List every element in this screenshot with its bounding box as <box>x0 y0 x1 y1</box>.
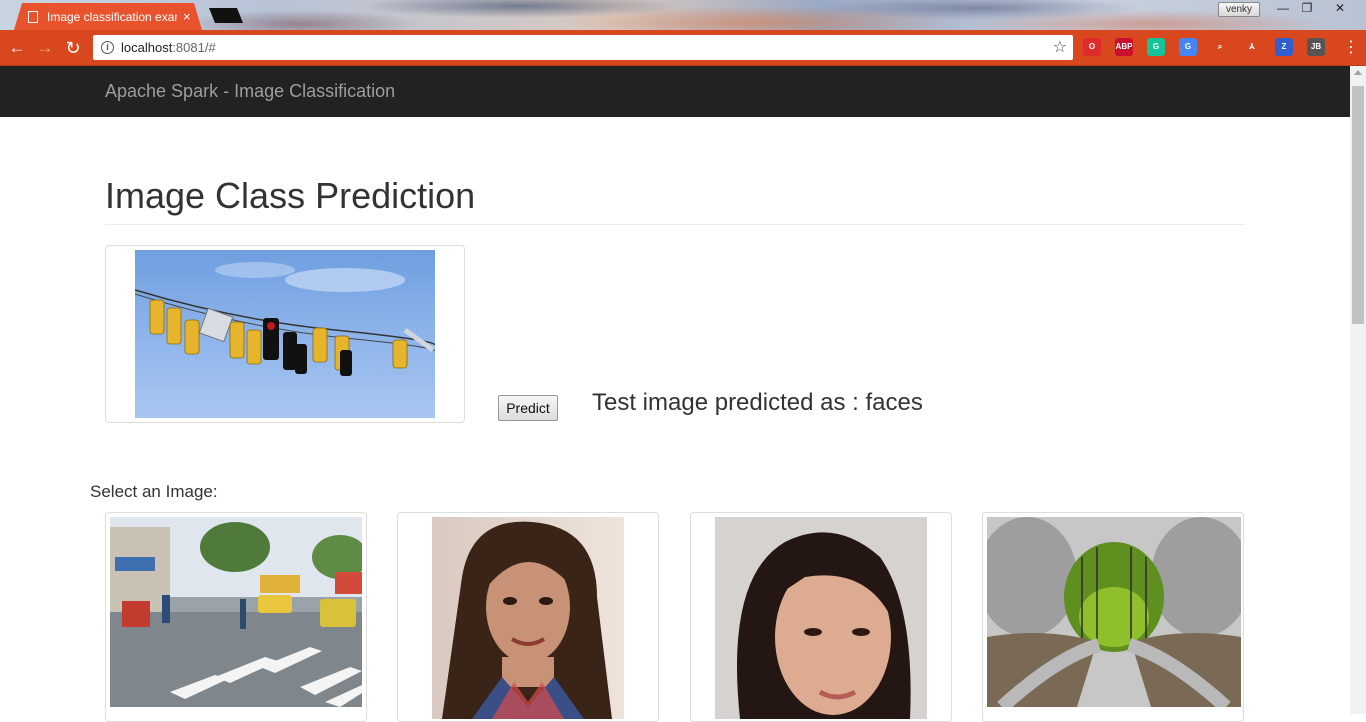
address-bar[interactable]: i localhost:8081/# ☆ <box>93 35 1073 60</box>
gallery-item[interactable] <box>105 512 367 722</box>
document-icon <box>28 10 38 23</box>
url-text[interactable]: localhost:8081/# <box>121 40 216 55</box>
top-navbar: Apache Spark - Image Classification <box>0 66 1350 117</box>
pdf-extension-icon[interactable]: ⅄ <box>1243 38 1261 56</box>
maximize-icon[interactable]: ❐ <box>1294 0 1320 18</box>
gallery-item[interactable] <box>397 512 659 722</box>
opera-extension-icon[interactable]: O <box>1083 38 1101 56</box>
street-scene-image[interactable] <box>110 517 362 707</box>
search-extension-icon[interactable]: ⌕ <box>1211 38 1229 56</box>
browser-menu-icon[interactable]: ⋮ <box>1343 39 1359 57</box>
prediction-result: Test image predicted as : faces <box>592 389 923 416</box>
gallery-item[interactable] <box>982 512 1244 722</box>
browser-titlebar: Image classification exam × venky — ❐ ✕ <box>0 0 1366 30</box>
page-scrollbar[interactable] <box>1350 66 1366 714</box>
navbar-brand[interactable]: Apache Spark - Image Classification <box>105 81 395 102</box>
traffic-lights-image <box>135 250 435 418</box>
profile-button[interactable]: venky <box>1218 2 1260 17</box>
scroll-up-icon[interactable] <box>1354 70 1362 75</box>
minimize-icon[interactable]: — <box>1270 0 1296 18</box>
reload-icon[interactable]: ↻ <box>62 37 84 59</box>
new-tab-button[interactable] <box>209 8 243 23</box>
page-title: Image Class Prediction <box>105 175 476 216</box>
adblock-plus-icon[interactable]: ABP <box>1115 38 1133 56</box>
google-translate-icon[interactable]: G <box>1179 38 1197 56</box>
woman-portrait-image-2[interactable] <box>715 517 927 719</box>
scrollbar-thumb[interactable] <box>1352 86 1364 324</box>
info-icon[interactable]: i <box>101 41 114 54</box>
grammarly-icon[interactable]: G <box>1147 38 1165 56</box>
zotero-icon[interactable]: Z <box>1275 38 1293 56</box>
select-image-label: Select an Image: <box>90 482 218 501</box>
window-close-icon[interactable]: ✕ <box>1325 0 1355 18</box>
jetbrains-icon[interactable]: JB <box>1307 38 1325 56</box>
back-arrow-icon[interactable]: ← <box>6 37 28 59</box>
gallery-item[interactable] <box>690 512 952 722</box>
bookmark-star-icon[interactable]: ☆ <box>1053 37 1067 57</box>
tab-title: Image classification exam <box>47 9 177 24</box>
browser-toolbar: ← → ↻ i localhost:8081/# ☆ O ABP G G ⌕ ⅄ Z JB ⋮ <box>0 30 1366 66</box>
woman-portrait-image-1[interactable] <box>432 517 624 719</box>
forward-arrow-icon[interactable]: → <box>34 37 56 59</box>
tab-close-icon[interactable]: × <box>183 9 191 24</box>
selected-image-preview <box>105 245 465 423</box>
forest-road-image[interactable] <box>987 517 1241 707</box>
title-divider <box>105 224 1245 225</box>
browser-tab[interactable]: Image classification exam × <box>14 3 202 30</box>
predict-button[interactable]: Predict <box>498 395 558 421</box>
